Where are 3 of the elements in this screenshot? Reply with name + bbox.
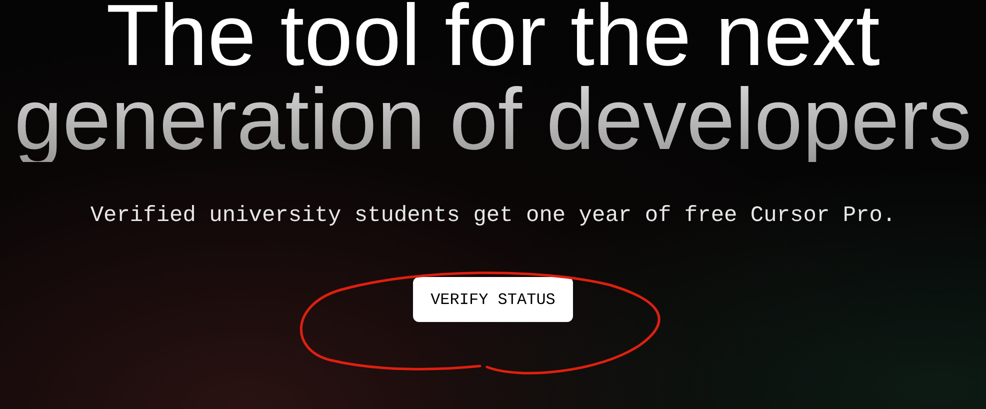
subtitle: Verified university students get one year of free Cursor Pro.	[90, 202, 896, 230]
headline-line: The tool for the next	[106, 0, 880, 78]
verify-status-button[interactable]: VERIFY STATUS	[413, 277, 573, 322]
